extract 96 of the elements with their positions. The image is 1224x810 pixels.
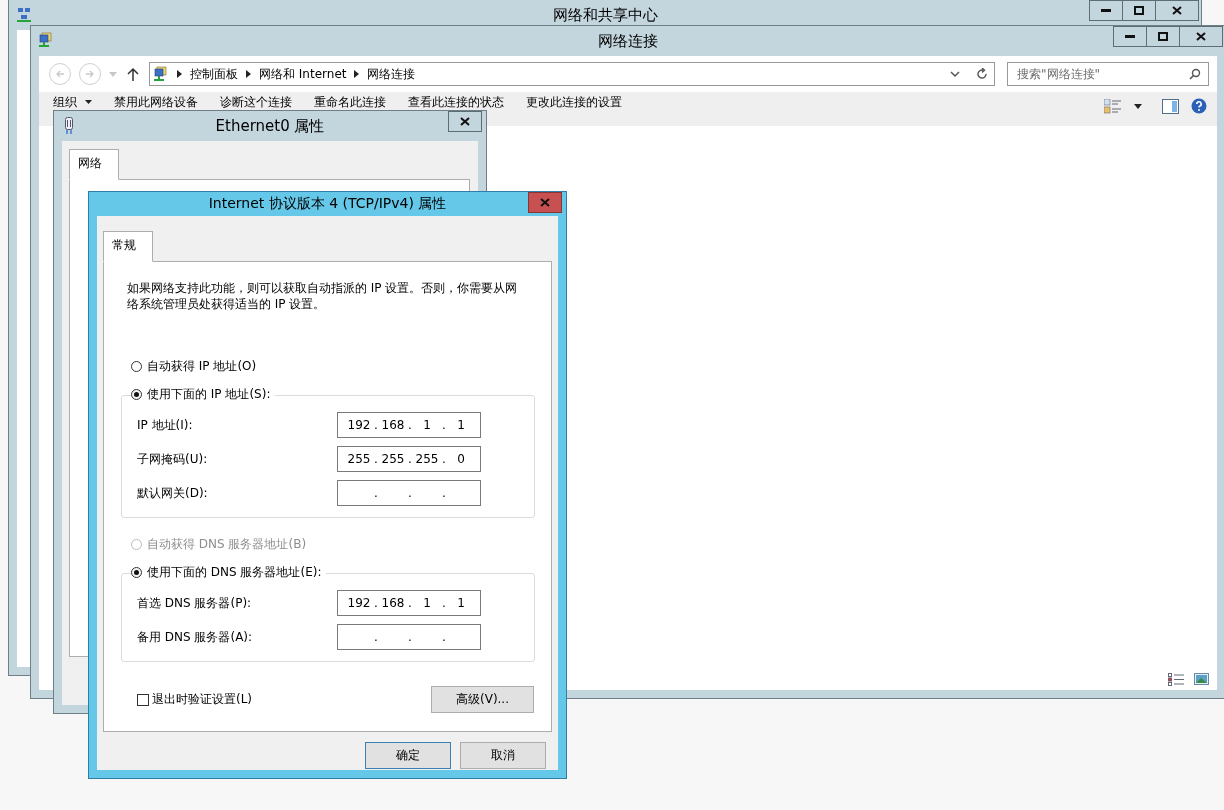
chevron-icon xyxy=(354,70,360,78)
octet-separator: . xyxy=(441,596,447,610)
search-icon xyxy=(1189,68,1201,80)
ip-octet: 168 xyxy=(380,596,406,610)
close-button[interactable] xyxy=(448,111,482,132)
search-field[interactable]: 搜索"网络连接" xyxy=(1007,62,1209,86)
close-icon xyxy=(1196,32,1206,41)
field-label: 默认网关(D): xyxy=(137,484,208,502)
breadcrumb-item[interactable]: 网络和 Internet xyxy=(259,65,347,83)
minimize-button[interactable] xyxy=(1113,26,1147,47)
chevron-icon xyxy=(177,70,182,78)
octet-separator: . xyxy=(407,486,413,500)
ip-octet: 192 xyxy=(346,418,372,432)
minimize-button[interactable] xyxy=(1089,0,1123,21)
breadcrumb-item[interactable]: 网络连接 xyxy=(367,65,416,83)
octet-separator: . xyxy=(441,486,447,500)
octet-separator: . xyxy=(373,486,379,500)
description-text: 如果网络支持此功能，则可以获取自动指派的 IP 设置。否则，你需要从网络系统管理员处获得适当的 IP 设置。 xyxy=(127,280,519,312)
maximize-icon xyxy=(1134,6,1144,15)
network-adapter-icon xyxy=(64,117,74,135)
field-label: IP 地址(I): xyxy=(137,416,193,434)
ip-address-field[interactable]: . . . xyxy=(337,624,481,650)
ip-octet: 192 xyxy=(346,596,372,610)
octet-separator: . xyxy=(373,452,379,466)
radio-button[interactable] xyxy=(131,388,142,400)
minimize-icon xyxy=(1101,8,1111,13)
toolbar-command[interactable]: 重命名此连接 xyxy=(314,95,386,109)
chevron-icon xyxy=(246,70,251,78)
field-label: 备用 DNS 服务器(A): xyxy=(137,628,253,646)
octet-separator: . xyxy=(441,452,447,466)
octet-separator: . xyxy=(373,418,379,432)
window-title: Ethernet0 属性 xyxy=(215,116,325,136)
minimize-icon xyxy=(1125,34,1135,39)
arrow-left-icon xyxy=(55,69,65,79)
ip-address-field[interactable]: 255 . 255 . 255 . 0 xyxy=(337,446,481,472)
network-icon xyxy=(16,6,32,22)
preview-pane-icon[interactable] xyxy=(1162,98,1179,114)
ip-octet: 168 xyxy=(380,418,406,432)
toolbar-command[interactable]: 查看此连接的状态 xyxy=(408,95,504,109)
arrow-right-icon xyxy=(85,69,95,79)
field-label: 首选 DNS 服务器(P): xyxy=(137,594,252,612)
refresh-icon[interactable] xyxy=(976,68,988,80)
breadcrumb-item[interactable]: 控制面板 xyxy=(190,65,238,83)
close-button[interactable] xyxy=(1179,26,1223,47)
field-label: 子网掩码(U): xyxy=(137,450,208,468)
window-title: 网络和共享中心 xyxy=(552,5,658,25)
ip-octet: 1 xyxy=(456,596,466,610)
close-icon xyxy=(540,198,550,207)
close-icon xyxy=(460,117,470,126)
cancel-button[interactable]: 取消 xyxy=(460,742,546,769)
help-icon[interactable] xyxy=(1191,98,1207,114)
ip-octet: 1 xyxy=(422,596,432,610)
octet-separator: . xyxy=(407,630,413,644)
up-arrow-icon[interactable] xyxy=(127,67,139,81)
close-button[interactable] xyxy=(1155,0,1199,21)
octet-separator: . xyxy=(407,452,413,466)
network-icon xyxy=(38,32,54,48)
chevron-down-icon[interactable] xyxy=(950,70,960,78)
ip-address-field[interactable]: 192 . 168 . 1 . 1 xyxy=(337,412,481,438)
window-title: Internet 协议版本 4 (TCP/IPv4) 属性 xyxy=(208,195,447,213)
ip-octet: 255 xyxy=(380,452,406,466)
maximize-button[interactable] xyxy=(1146,26,1180,47)
toolbar-command[interactable]: 诊断这个连接 xyxy=(220,95,292,109)
maximize-button[interactable] xyxy=(1122,0,1156,21)
octet-separator: . xyxy=(407,596,413,610)
tab[interactable]: 网络 xyxy=(69,149,119,180)
validate-checkbox[interactable]: 退出时验证设置(L) xyxy=(137,691,253,708)
toolbar-command[interactable]: 禁用此网络设备 xyxy=(114,95,198,109)
ip-octet: 255 xyxy=(414,452,440,466)
radio-button[interactable] xyxy=(131,360,142,372)
octet-separator: . xyxy=(441,630,447,644)
organize-menu[interactable]: 组织 xyxy=(53,95,92,109)
close-icon xyxy=(1172,6,1182,15)
tab[interactable]: 常规 xyxy=(103,231,153,262)
octet-separator: . xyxy=(407,418,413,432)
ip-octet: 255 xyxy=(346,452,372,466)
maximize-icon xyxy=(1158,32,1168,41)
octet-separator: . xyxy=(373,630,379,644)
octet-separator: . xyxy=(441,418,447,432)
caret-icon xyxy=(85,100,92,104)
radio-button[interactable] xyxy=(131,566,142,578)
address-bar[interactable]: 控制面板 网络和 Internet 网络连接 xyxy=(149,62,995,86)
advanced-button[interactable]: 高级(V)... xyxy=(431,686,534,713)
details-view-icon[interactable] xyxy=(1168,672,1184,686)
window-title: 网络连接 xyxy=(598,31,658,51)
toolbar-command[interactable]: 更改此连接的设置 xyxy=(526,95,622,109)
ip-octet: 0 xyxy=(456,452,466,466)
ip-address-field[interactable]: 192 . 168 . 1 . 1 xyxy=(337,590,481,616)
large-icons-view-icon[interactable] xyxy=(1194,673,1209,685)
ip-address-field[interactable]: . . . xyxy=(337,480,481,506)
ok-button[interactable]: 确定 xyxy=(365,742,451,769)
ip-octet: 1 xyxy=(456,418,466,432)
octet-separator: . xyxy=(373,596,379,610)
network-icon xyxy=(153,66,169,82)
caret-icon[interactable] xyxy=(1134,103,1142,109)
ip-octet: 1 xyxy=(422,418,432,432)
